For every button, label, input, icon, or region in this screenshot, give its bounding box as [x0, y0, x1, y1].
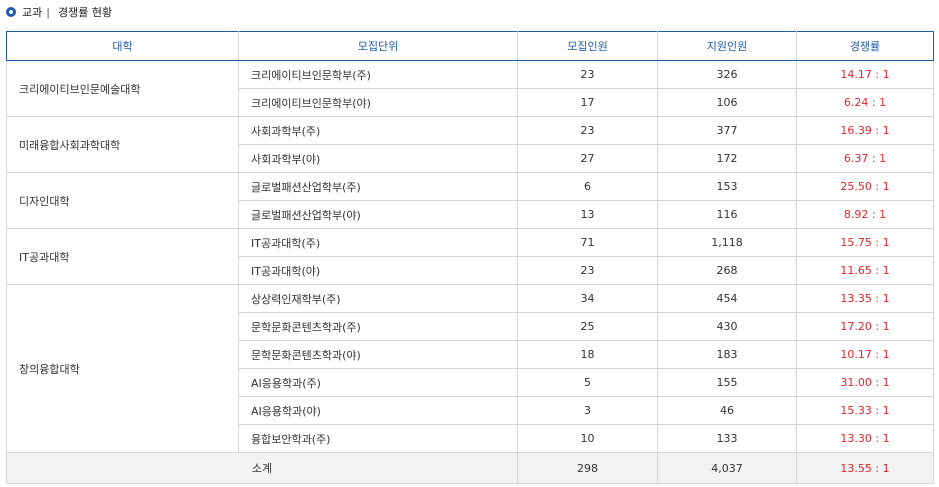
college-cell: 디자인대학: [6, 172, 239, 229]
table-row: 크리에이티브인문예술대학 크리에이티브인문학부(주) 23 326 14.17 : 1: [6, 60, 934, 117]
quota-cell: 23: [517, 60, 658, 89]
table-row: 디자인대학 글로벌패션산업학부(주) 6 153 25.50 : 1: [6, 172, 934, 229]
ratio-cell: 15.33 : 1: [796, 396, 934, 425]
quota-cell: 71: [517, 228, 658, 257]
applicants-cell: 326: [657, 60, 797, 89]
quota-cell: 3: [517, 396, 658, 425]
unit-cell: 크리에이티브인문학부(주): [238, 60, 518, 89]
section-title: 교과 | 경쟁률 현황: [6, 4, 112, 20]
unit-cell: 사회과학부(주): [238, 116, 518, 145]
total-label: 소계: [6, 452, 518, 484]
quota-cell: 23: [517, 256, 658, 285]
applicants-cell: 1,118: [657, 228, 797, 257]
applicants-cell: 133: [657, 424, 797, 453]
ratio-cell: 6.24 : 1: [796, 88, 934, 117]
quota-cell: 10: [517, 424, 658, 453]
total-row: 소계 298 4,037 13.55 : 1: [6, 452, 934, 484]
header-applicants: 지원인원: [657, 31, 797, 61]
competition-rate-table: 대학 모집단위 모집인원 지원인원 경쟁률 크리에이티브인문예술대학 크리에이티브…: [6, 31, 934, 484]
applicants-cell: 172: [657, 144, 797, 173]
table-row: IT공과대학 IT공과대학(주) 71 1,118 15.75 : 1: [6, 228, 934, 285]
unit-cell: 문학문화콘텐츠학과(야): [238, 340, 518, 369]
table-row: 미래융합사회과학대학 사회과학부(주) 23 377 16.39 : 1: [6, 116, 934, 173]
unit-cell: 사회과학부(야): [238, 144, 518, 173]
unit-cell: IT공과대학(야): [238, 256, 518, 285]
unit-cell: 상상력인재학부(주): [238, 284, 518, 313]
quota-cell: 18: [517, 340, 658, 369]
total-quota: 298: [517, 452, 658, 484]
applicants-cell: 155: [657, 368, 797, 397]
applicants-cell: 430: [657, 312, 797, 341]
quota-cell: 17: [517, 88, 658, 117]
applicants-cell: 106: [657, 88, 797, 117]
unit-cell: AI응용학과(주): [238, 368, 518, 397]
ratio-cell: 15.75 : 1: [796, 228, 934, 257]
quota-cell: 13: [517, 200, 658, 229]
college-cell: IT공과대학: [6, 228, 239, 285]
title-text: 경쟁률 현황: [57, 6, 113, 19]
applicants-cell: 153: [657, 172, 797, 201]
ratio-cell: 10.17 : 1: [796, 340, 934, 369]
unit-cell: AI응용학과(야): [238, 396, 518, 425]
college-cell: 창의융합대학: [6, 284, 239, 453]
quota-cell: 5: [517, 368, 658, 397]
applicants-cell: 183: [657, 340, 797, 369]
header-quota: 모집인원: [517, 31, 658, 61]
title-separator: |: [46, 5, 50, 19]
college-cell: 미래융합사회과학대학: [6, 116, 239, 173]
unit-cell: 문학문화콘텐츠학과(주): [238, 312, 518, 341]
header-college: 대학: [6, 31, 239, 61]
ratio-cell: 17.20 : 1: [796, 312, 934, 341]
circle-bullet-icon: [6, 7, 16, 17]
unit-cell: 글로벌패션산업학부(야): [238, 200, 518, 229]
unit-cell: 글로벌패션산업학부(주): [238, 172, 518, 201]
unit-cell: 융합보안학과(주): [238, 424, 518, 453]
header-ratio: 경쟁률: [796, 31, 934, 61]
table-body: 크리에이티브인문예술대학 크리에이티브인문학부(주) 23 326 14.17 : 1크…: [6, 60, 934, 484]
applicants-cell: 268: [657, 256, 797, 285]
ratio-cell: 8.92 : 1: [796, 200, 934, 229]
quota-cell: 25: [517, 312, 658, 341]
ratio-cell: 31.00 : 1: [796, 368, 934, 397]
quota-cell: 34: [517, 284, 658, 313]
quota-cell: 23: [517, 116, 658, 145]
applicants-cell: 46: [657, 396, 797, 425]
total-ratio: 13.55 : 1: [796, 452, 934, 484]
ratio-cell: 13.30 : 1: [796, 424, 934, 453]
ratio-cell: 13.35 : 1: [796, 284, 934, 313]
quota-cell: 6: [517, 172, 658, 201]
quota-cell: 27: [517, 144, 658, 173]
total-applicants: 4,037: [657, 452, 797, 484]
ratio-cell: 11.65 : 1: [796, 256, 934, 285]
header-unit: 모집단위: [238, 31, 518, 61]
title-prefix: 교과: [22, 6, 43, 19]
applicants-cell: 377: [657, 116, 797, 145]
unit-cell: 크리에이티브인문학부(야): [238, 88, 518, 117]
applicants-cell: 116: [657, 200, 797, 229]
ratio-cell: 25.50 : 1: [796, 172, 934, 201]
ratio-cell: 6.37 : 1: [796, 144, 934, 173]
ratio-cell: 16.39 : 1: [796, 116, 934, 145]
college-cell: 크리에이티브인문예술대학: [6, 60, 239, 117]
table-header-row: 대학 모집단위 모집인원 지원인원 경쟁률: [6, 31, 934, 61]
table-row: 창의융합대학 상상력인재학부(주) 34 454 13.35 : 1: [6, 284, 934, 453]
unit-cell: IT공과대학(주): [238, 228, 518, 257]
ratio-cell: 14.17 : 1: [796, 60, 934, 89]
applicants-cell: 454: [657, 284, 797, 313]
